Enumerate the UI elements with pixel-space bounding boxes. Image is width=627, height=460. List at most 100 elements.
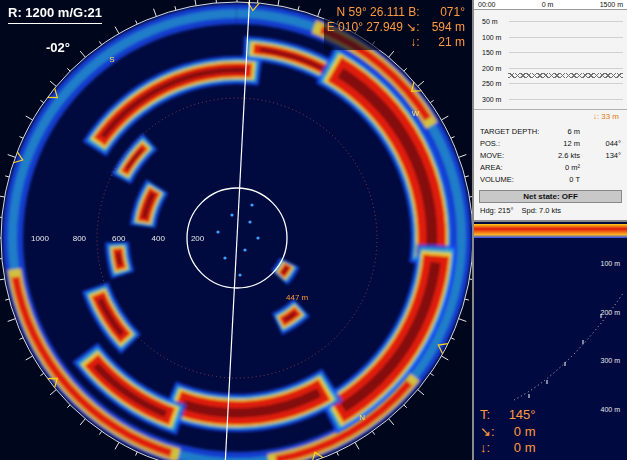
bearing-tick (216, 0, 217, 3)
grid-line (509, 21, 623, 22)
depth-row: 100 m (482, 30, 623, 46)
bearing-tick (67, 405, 70, 408)
sonar-disc (1, 2, 472, 460)
bearing-tick (237, 0, 238, 2)
bearing-tick (404, 405, 407, 408)
sonar-screen: 1000800600400200SWN447 m R: 1200 m/G:21 … (0, 0, 627, 460)
depth-tick: 250 m (482, 80, 506, 87)
bearing-tick (459, 155, 467, 158)
bearing-tick (19, 338, 23, 340)
heading-line (224, 0, 249, 460)
net-state-button[interactable]: Net state: OFF (479, 190, 622, 203)
compass-label: S (109, 55, 114, 64)
grid-line (509, 83, 623, 84)
bearing-tick (80, 419, 85, 425)
bearing-tick (40, 100, 43, 102)
bearing-tick (404, 68, 407, 71)
bearing-tick (441, 356, 448, 360)
tracking-readout: T: 145°↘: 0 m↓: 0 m (480, 407, 536, 456)
target-label: 447 m (286, 293, 309, 302)
target-field-label: AREA: (480, 163, 548, 172)
position-label: N 59° 26.111 B: (327, 5, 420, 19)
tilt-readout[interactable]: -02° (46, 40, 70, 55)
tracking-value: 145° (509, 407, 536, 423)
tracking-label: T: (480, 407, 495, 423)
echo-dot (256, 236, 259, 239)
bearing-tick (8, 319, 16, 322)
bearing-tick (0, 196, 5, 197)
bearing-tick (0, 258, 2, 259)
beam-curve (514, 292, 624, 400)
echo-dot (230, 213, 233, 216)
info-panel: 00:00 0 m 1500 m 50 m 100 m 150 m 200 m … (474, 0, 627, 222)
bearing-tick (0, 217, 2, 218)
side-panel: 00:00 0 m 1500 m 50 m 100 m 150 m 200 m … (472, 0, 627, 460)
range-label: 600 (112, 234, 126, 243)
bearing-tick (154, 9, 157, 17)
bearing-tick (465, 299, 469, 300)
depth-readout: ↓: 33 m (585, 110, 627, 125)
bearing-tick (136, 452, 138, 456)
bearing-tick (50, 390, 56, 395)
target-field-label: VOLUME: (480, 175, 548, 184)
target-field-label: TARGET DEPTH: (480, 127, 548, 136)
range-label: 1000 (31, 234, 49, 243)
sonar-display[interactable]: 1000800600400200SWN447 m (0, 0, 472, 460)
echogram[interactable]: 100 m200 m300 m400 m (474, 222, 627, 460)
bearing-tick (459, 319, 467, 322)
bearing-tick (389, 419, 394, 425)
target-field-extra (580, 127, 621, 136)
target-field-extra: 134° (580, 151, 621, 160)
grid-line (509, 52, 623, 53)
marker-icon (438, 344, 448, 354)
position-value: 071° (432, 5, 465, 19)
bearing-tick (40, 373, 43, 375)
bearing-tick (372, 431, 374, 434)
bearing-tick (26, 356, 33, 360)
bearing-tick (318, 9, 321, 17)
bearing-tick (430, 100, 433, 102)
sonar-panel: 1000800600400200SWN447 m R: 1200 m/G:21 … (0, 0, 472, 460)
tracking-label: ↓: (480, 440, 495, 456)
heading-value: Hdg: 215° (480, 206, 513, 215)
range-label: 200 (191, 234, 205, 243)
bearing-tick (469, 196, 472, 197)
bearing-tick (430, 373, 433, 375)
bearing-tick (337, 452, 339, 456)
bearing-tick (0, 238, 1, 239)
depth-row: 150 m (482, 45, 623, 61)
bearing-tick (278, 0, 279, 6)
target-field-value: 0 m² (548, 163, 580, 172)
bearing-tick (355, 442, 359, 449)
bearing-tick (298, 6, 299, 10)
bearing-tick (389, 51, 394, 57)
range-gain[interactable]: R: 1200 m/G:21 (8, 5, 102, 24)
echo-layer (72, 36, 456, 435)
position-value: 594 m (432, 20, 465, 34)
bearing-tick (8, 155, 16, 158)
grid-line (509, 37, 623, 38)
net-marker (508, 73, 623, 78)
echo (272, 299, 310, 335)
echogram-depth-tick: 200 m (601, 309, 621, 316)
outer-ring (1, 2, 472, 460)
target-field-label: MOVE: (480, 151, 548, 160)
target-field-value: 0 T (548, 175, 580, 184)
bearing-tick (115, 27, 119, 34)
echo-dot (223, 256, 226, 259)
echo (105, 242, 134, 279)
chart-time: 00:00 (478, 1, 496, 8)
depth-tick: 200 m (482, 65, 506, 72)
beam-tick (547, 380, 548, 384)
echo-dot (238, 273, 241, 276)
bearing-tick (257, 0, 258, 3)
range-label: 800 (73, 234, 87, 243)
target-field-value: 12 m (548, 139, 580, 148)
depth-chart[interactable]: 50 m 100 m 150 m 200 m 250 m 300 m (474, 10, 627, 110)
bearing-tick (19, 137, 23, 139)
tracking-value: 0 m (509, 440, 536, 456)
bearing-tick (136, 20, 138, 24)
depth-row: 50 m (482, 14, 623, 30)
depth-row: 300 m (482, 92, 623, 108)
bearing-tick (80, 51, 85, 57)
